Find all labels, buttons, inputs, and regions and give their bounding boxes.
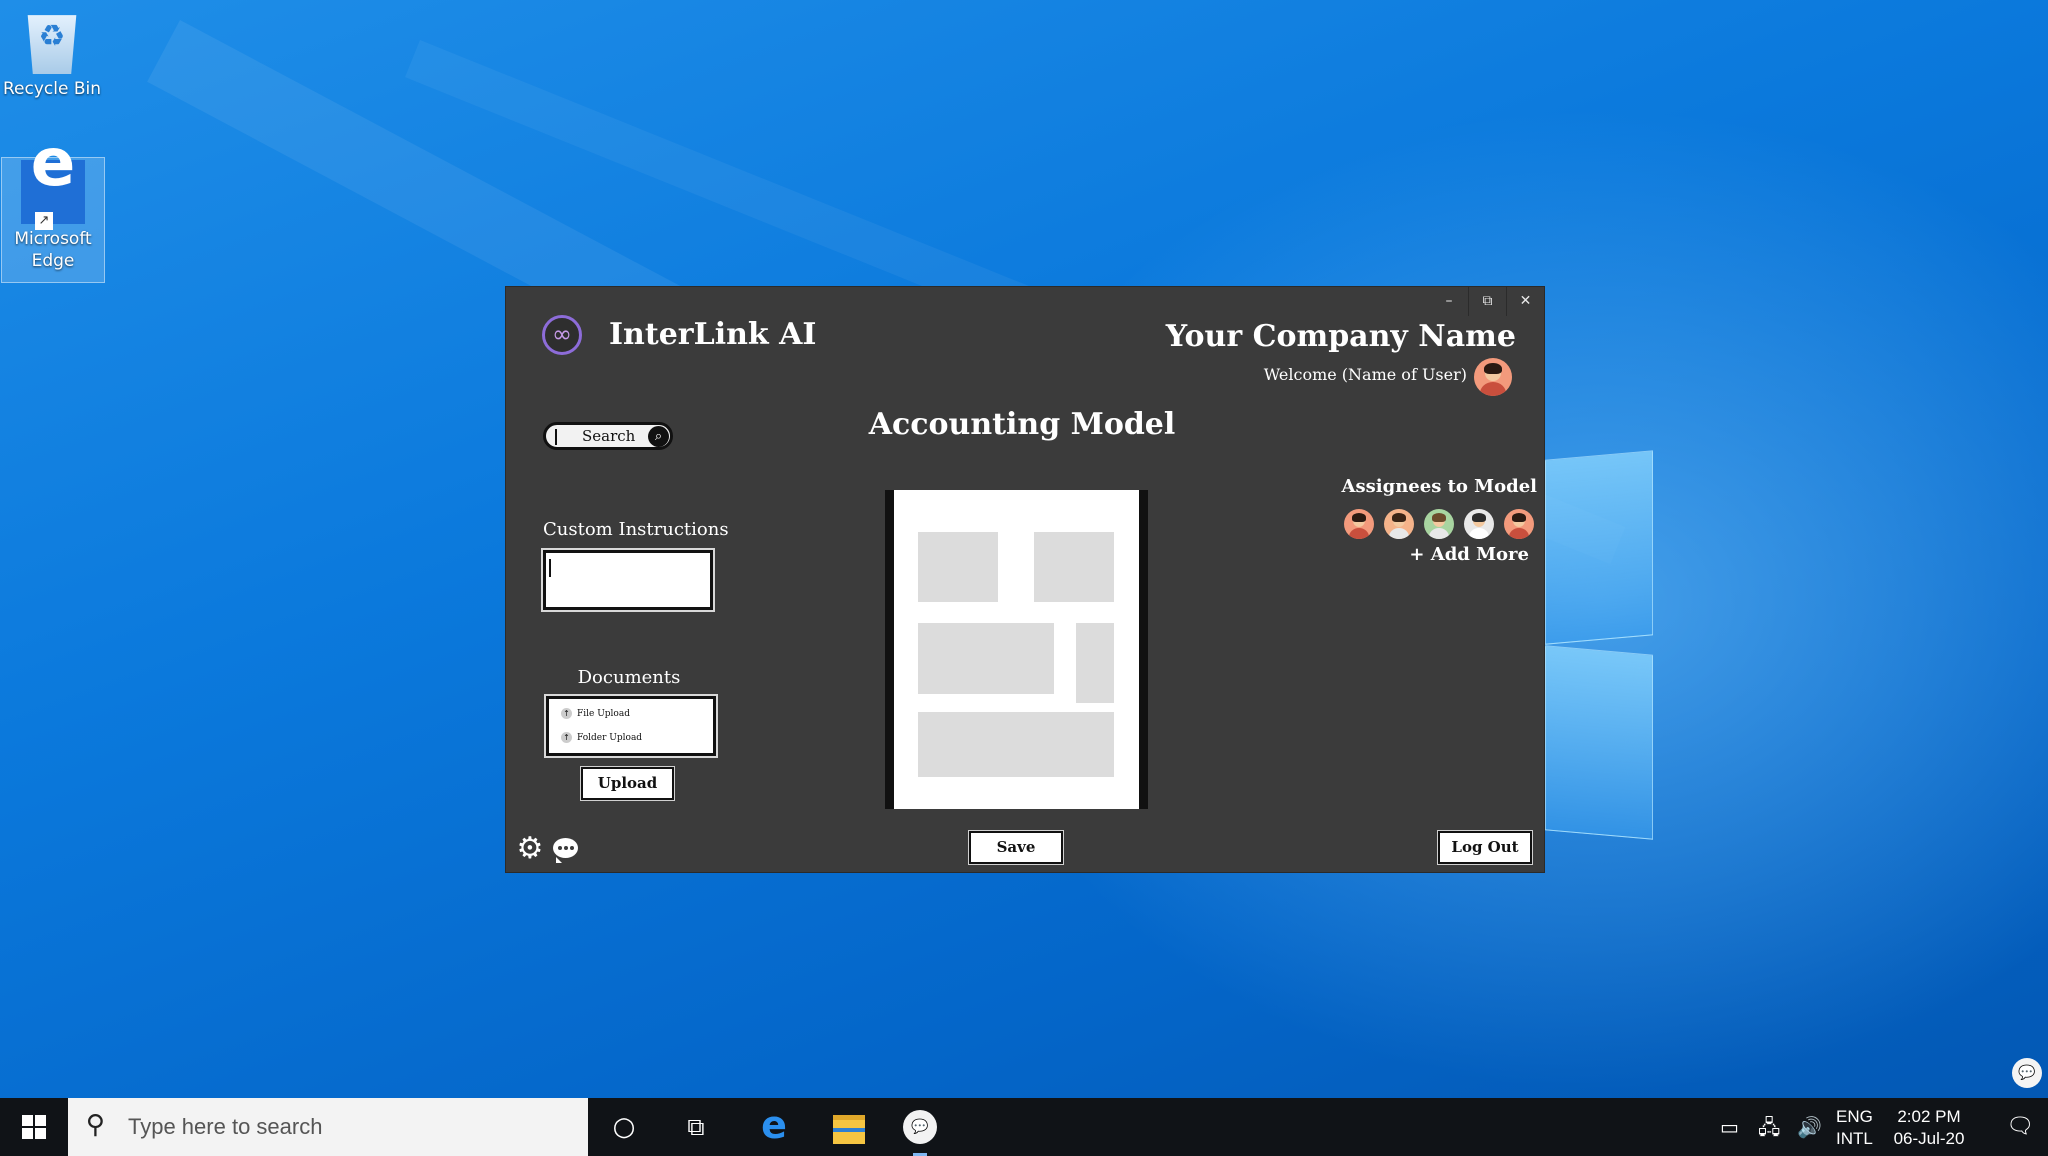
placeholder-block [1034,532,1114,602]
assignee-avatar[interactable] [1424,509,1454,539]
file-upload-option[interactable]: ↑ File Upload [561,708,630,719]
desktop-icon-microsoft-edge[interactable]: ↗ Microsoft Edge [1,152,105,283]
save-button[interactable]: Save [969,831,1063,864]
clock-date: 06-Jul-20 [1893,1129,1965,1148]
documents-label: Documents [577,667,681,688]
minimize-button[interactable]: – [1430,287,1468,316]
infinity-logo-icon: ∞ [542,315,582,355]
page-title: Accounting Model [868,407,1176,442]
interlink-app-window: – ⧉ ✕ ∞ InterLink AI Your Company Name W… [506,287,1544,872]
chat-icon[interactable] [553,838,578,863]
assignees-label: Assignees to Model [1341,476,1537,497]
assignee-avatar[interactable] [1344,509,1374,539]
battery-icon[interactable]: ▭ [1720,1098,1739,1156]
folder-upload-option[interactable]: ↑ Folder Upload [561,732,642,743]
upload-arrow-icon: ↑ [561,732,572,743]
restore-button[interactable]: ⧉ [1468,287,1506,316]
taskbar-search-box[interactable]: ⚲ Type here to search [68,1098,588,1156]
custom-instructions-label: Custom Instructions [543,519,729,540]
taskbar-search-placeholder: Type here to search [128,1114,323,1139]
add-more-assignees-link[interactable]: + Add More [1409,544,1529,565]
notifications-icon[interactable]: 🗨 [1995,1098,2045,1156]
desktop-icon-label: Microsoft Edge [14,229,92,271]
custom-instructions-input[interactable] [543,550,713,610]
window-controls: – ⧉ ✕ [1430,287,1544,316]
start-button[interactable] [0,1098,68,1156]
taskbar-edge-icon[interactable]: e [748,1098,800,1156]
desktop-icon-recycle-bin[interactable]: Recycle Bin [0,10,104,100]
company-name: Your Company Name [1165,319,1516,354]
input-language-indicator[interactable]: ENG INTL [1836,1106,1873,1156]
placeholder-block [1076,623,1114,703]
placeholder-block [918,712,1114,777]
brand-name: InterLink AI [609,317,817,352]
desktop-icon-label: Recycle Bin [2,79,101,99]
search-icon: ⚲ [86,1110,106,1140]
placeholder-block [918,532,998,602]
text-caret [549,559,551,577]
user-avatar[interactable] [1474,358,1512,396]
upload-arrow-icon: ↑ [561,708,572,719]
gear-icon[interactable]: ⚙ [516,834,544,864]
volume-icon[interactable]: 🔊 [1797,1098,1822,1156]
edge-icon: ↗ [21,152,85,230]
network-icon[interactable]: 🖧 [1758,1098,1780,1156]
taskbar-active-app-icon[interactable]: 💬 [893,1098,945,1156]
clock[interactable]: 2:02 PM 06-Jul-20 [1890,1106,1968,1156]
upload-button[interactable]: Upload [581,767,674,800]
model-document-preview [885,490,1148,809]
cortana-icon[interactable]: ○ [598,1098,650,1156]
log-out-button[interactable]: Log Out [1438,831,1532,864]
task-view-icon[interactable]: ⧉ [670,1098,722,1156]
shortcut-arrow-icon: ↗ [35,212,53,230]
assignee-avatar[interactable] [1504,509,1534,539]
clock-time: 2:02 PM [1897,1107,1961,1126]
windows-logo-pane [1545,450,1653,645]
file-explorer-icon[interactable] [822,1098,874,1156]
windows-logo-pane [1545,645,1653,840]
placeholder-block [918,623,1054,694]
assignee-avatars [1344,509,1534,539]
close-button[interactable]: ✕ [1506,287,1544,316]
taskbar: ⚲ Type here to search ○ ⧉ e 💬 ▭ 🖧 🔊 ENG … [0,1098,2048,1156]
assignee-avatar[interactable] [1464,509,1494,539]
chat-bubble-icon[interactable]: 💬 [2012,1058,2042,1088]
assignee-avatar[interactable] [1384,509,1414,539]
documents-upload-box: ↑ File Upload ↑ Folder Upload [546,696,716,756]
recycle-bin-icon [27,15,77,74]
welcome-text: Welcome (Name of User) [1263,365,1467,384]
